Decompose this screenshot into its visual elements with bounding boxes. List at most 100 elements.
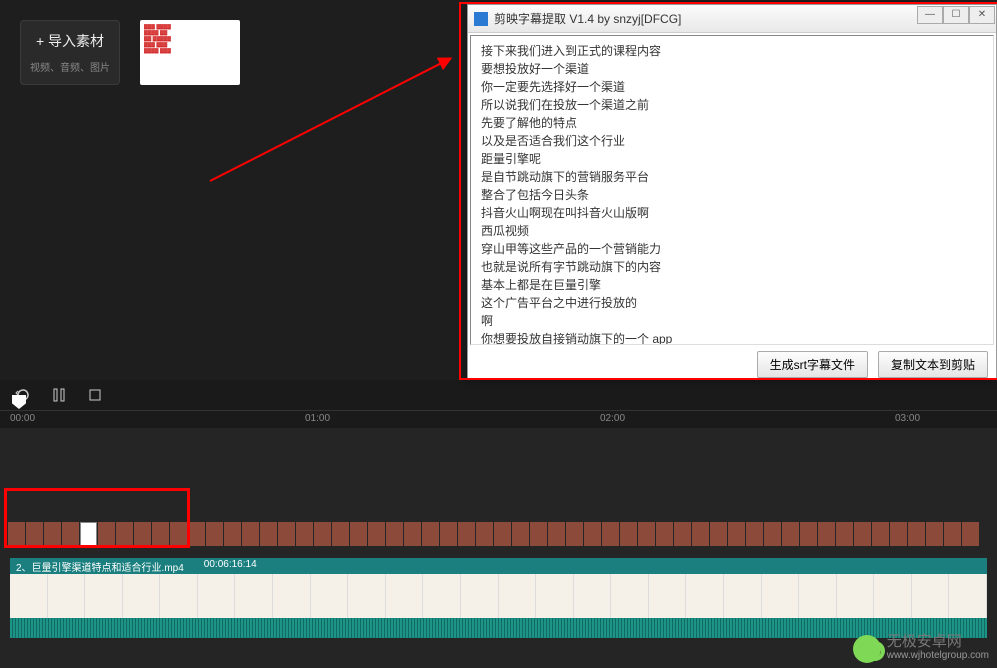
subtitle-segment[interactable] bbox=[116, 522, 133, 546]
video-frame-thumb bbox=[386, 574, 424, 618]
subtitle-segment[interactable] bbox=[674, 522, 691, 546]
subtitle-line: 穿山甲等这些产品的一个营销能力 bbox=[481, 240, 983, 258]
subtitle-extract-window: 剪映字幕提取 V1.4 by snzyj[DFCG] — ☐ ✕ 接下来我们进入… bbox=[467, 4, 997, 379]
subtitle-segment[interactable] bbox=[98, 522, 115, 546]
maximize-button[interactable]: ☐ bbox=[943, 6, 969, 24]
subtitle-segment[interactable] bbox=[404, 522, 421, 546]
watermark-logo-icon bbox=[853, 635, 881, 663]
subtitle-line: 以及是否适合我们这个行业 bbox=[481, 132, 983, 150]
subtitle-segment[interactable] bbox=[764, 522, 781, 546]
subtitle-segment[interactable] bbox=[746, 522, 763, 546]
subtitle-segment[interactable] bbox=[908, 522, 925, 546]
subtitle-line: 抖音火山啊现在叫抖音火山版啊 bbox=[481, 204, 983, 222]
subtitle-segment[interactable] bbox=[188, 522, 205, 546]
subtitle-segment[interactable] bbox=[134, 522, 151, 546]
subtitle-segment[interactable] bbox=[296, 522, 313, 546]
subtitle-segment[interactable] bbox=[548, 522, 565, 546]
video-frame-thumb bbox=[499, 574, 537, 618]
subtitle-line: 所以说我们在投放一个渠道之前 bbox=[481, 96, 983, 114]
watermark-name: 无极安卓网 bbox=[887, 635, 989, 649]
subtitle-line: 距量引擎呢 bbox=[481, 150, 983, 168]
subtitle-segment[interactable] bbox=[890, 522, 907, 546]
subtitle-segment[interactable] bbox=[350, 522, 367, 546]
subtitle-line: 接下来我们进入到正式的课程内容 bbox=[481, 42, 983, 60]
split-icon[interactable] bbox=[51, 387, 67, 403]
subtitle-segment[interactable] bbox=[782, 522, 799, 546]
copy-text-button[interactable]: 复制文本到剪贴 bbox=[878, 351, 988, 378]
generate-srt-button[interactable]: 生成srt字幕文件 bbox=[757, 351, 868, 378]
watermark-url: www.wjhotelgroup.com bbox=[887, 649, 989, 663]
window-title-text: 剪映字幕提取 V1.4 by snzyj[DFCG] bbox=[494, 10, 681, 27]
subtitle-segment[interactable] bbox=[440, 522, 457, 546]
annotation-arrow bbox=[210, 58, 451, 182]
media-thumbnail[interactable]: ▓▓▓ ▓▓▓▓▓▓▓▓ ▓▓▓▓ ▓▓▓▓▓▓▓▓ ▓▓▓▓▓▓▓ ▓▓▓ bbox=[140, 20, 240, 85]
video-frame-thumb bbox=[949, 574, 987, 618]
video-frames-strip[interactable] bbox=[10, 574, 987, 618]
subtitle-segment[interactable] bbox=[206, 522, 223, 546]
subtitle-track[interactable] bbox=[8, 522, 989, 546]
subtitle-segment[interactable] bbox=[584, 522, 601, 546]
audio-waveform[interactable] bbox=[10, 618, 987, 638]
subtitle-segment[interactable] bbox=[494, 522, 511, 546]
ruler-mark: 03:00 bbox=[895, 413, 920, 424]
subtitle-segment[interactable] bbox=[800, 522, 817, 546]
subtitle-segment[interactable] bbox=[872, 522, 889, 546]
minimize-button[interactable]: — bbox=[917, 6, 943, 24]
subtitle-line: 你一定要先选择好一个渠道 bbox=[481, 78, 983, 96]
subtitle-segment[interactable] bbox=[458, 522, 475, 546]
video-frame-thumb bbox=[273, 574, 311, 618]
video-frame-thumb bbox=[48, 574, 86, 618]
subtitle-segment[interactable] bbox=[602, 522, 619, 546]
subtitle-segment[interactable] bbox=[926, 522, 943, 546]
subtitle-line: 这个广告平台之中进行投放的 bbox=[481, 294, 983, 312]
subtitle-segment[interactable] bbox=[224, 522, 241, 546]
subtitle-segment[interactable] bbox=[854, 522, 871, 546]
subtitle-segment[interactable] bbox=[818, 522, 835, 546]
subtitle-segment[interactable] bbox=[422, 522, 439, 546]
subtitle-line: 是自节跳动旗下的营销服务平台 bbox=[481, 168, 983, 186]
subtitle-segment[interactable] bbox=[476, 522, 493, 546]
crop-icon[interactable] bbox=[87, 387, 103, 403]
subtitle-line: 西瓜视频 bbox=[481, 222, 983, 240]
subtitle-segment[interactable] bbox=[260, 522, 277, 546]
subtitle-segment[interactable] bbox=[638, 522, 655, 546]
subtitle-line: 先要了解他的特点 bbox=[481, 114, 983, 132]
subtitle-text-area[interactable]: 接下来我们进入到正式的课程内容要想投放好一个渠道你一定要先选择好一个渠道所以说我… bbox=[470, 35, 994, 345]
subtitle-segment[interactable] bbox=[962, 522, 979, 546]
subtitle-line: 要想投放好一个渠道 bbox=[481, 60, 983, 78]
subtitle-segment[interactable] bbox=[80, 522, 97, 546]
subtitle-segment[interactable] bbox=[512, 522, 529, 546]
timeline[interactable]: 2、巨量引擎渠道特点和适合行业.mp4 00:06:16:14 bbox=[0, 428, 997, 668]
subtitle-segment[interactable] bbox=[332, 522, 349, 546]
timeline-ruler[interactable]: 00:00 01:00 02:00 03:00 bbox=[0, 410, 997, 428]
subtitle-segment[interactable] bbox=[530, 522, 547, 546]
subtitle-segment[interactable] bbox=[656, 522, 673, 546]
import-media-button[interactable]: + 导入素材 视频、音频、图片 bbox=[20, 20, 120, 85]
subtitle-segment[interactable] bbox=[152, 522, 169, 546]
subtitle-segment[interactable] bbox=[314, 522, 331, 546]
subtitle-segment[interactable] bbox=[62, 522, 79, 546]
subtitle-segment[interactable] bbox=[728, 522, 745, 546]
video-track-header[interactable]: 2、巨量引擎渠道特点和适合行业.mp4 00:06:16:14 bbox=[10, 558, 987, 574]
subtitle-segment[interactable] bbox=[278, 522, 295, 546]
video-frame-thumb bbox=[85, 574, 123, 618]
subtitle-segment[interactable] bbox=[620, 522, 637, 546]
subtitle-segment[interactable] bbox=[692, 522, 709, 546]
video-duration: 00:06:16:14 bbox=[204, 559, 257, 573]
subtitle-segment[interactable] bbox=[566, 522, 583, 546]
subtitle-segment[interactable] bbox=[836, 522, 853, 546]
subtitle-segment[interactable] bbox=[8, 522, 25, 546]
video-frame-thumb bbox=[423, 574, 461, 618]
video-frame-thumb bbox=[536, 574, 574, 618]
subtitle-segment[interactable] bbox=[368, 522, 385, 546]
subtitle-segment[interactable] bbox=[710, 522, 727, 546]
subtitle-segment[interactable] bbox=[44, 522, 61, 546]
subtitle-segment[interactable] bbox=[242, 522, 259, 546]
video-frame-thumb bbox=[912, 574, 950, 618]
subtitle-segment[interactable] bbox=[170, 522, 187, 546]
subtitle-segment[interactable] bbox=[944, 522, 961, 546]
video-frame-thumb bbox=[311, 574, 349, 618]
close-button[interactable]: ✕ bbox=[969, 6, 995, 24]
subtitle-segment[interactable] bbox=[26, 522, 43, 546]
subtitle-segment[interactable] bbox=[386, 522, 403, 546]
